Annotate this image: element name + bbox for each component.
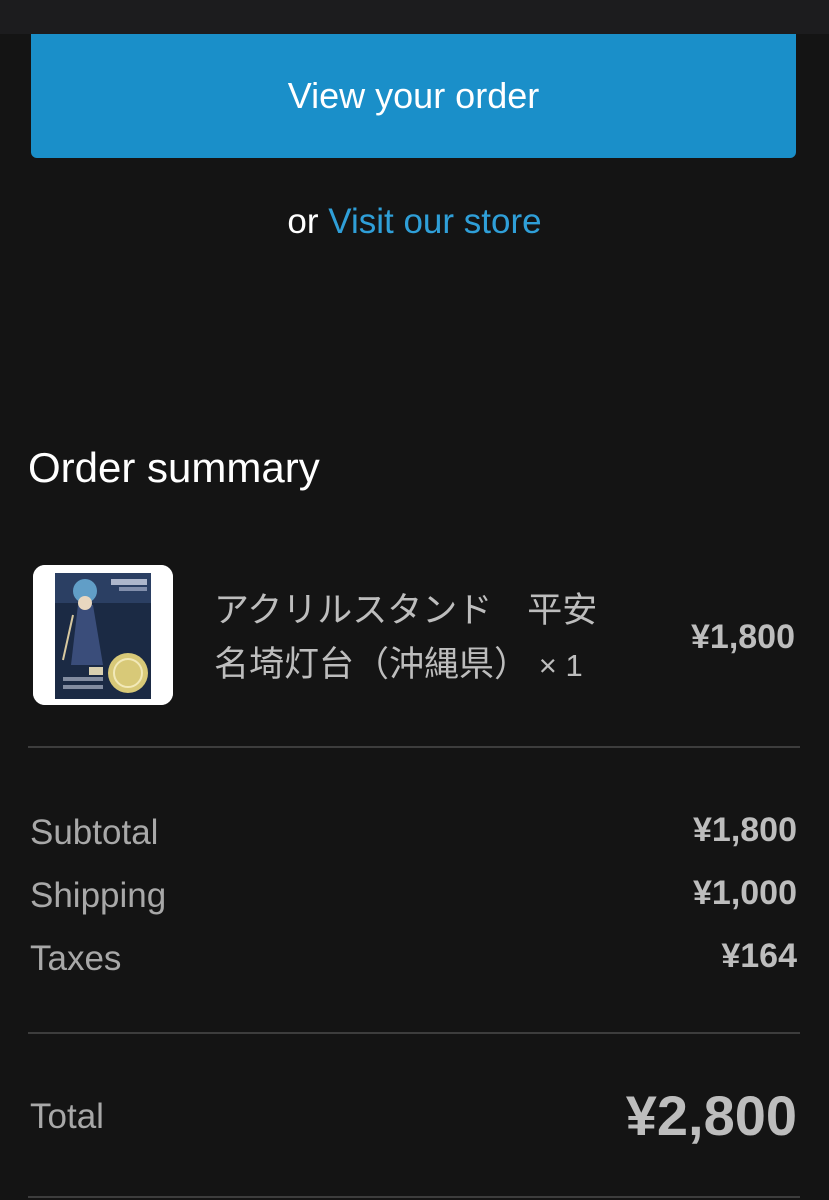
subtotal-value: ¥1,800	[693, 811, 797, 849]
total-value: ¥2,800	[625, 1084, 797, 1147]
top-bar	[0, 0, 829, 34]
subtotal-label: Subtotal	[30, 813, 159, 852]
view-order-label: View your order	[287, 75, 540, 116]
shipping-label: Shipping	[30, 876, 167, 915]
divider-items	[28, 746, 800, 748]
visit-store-line: or Visit our store	[0, 202, 829, 252]
product-name: アクリルスタンド 平安 名埼灯台（沖縄県） × 1	[214, 584, 654, 693]
order-summary-title: Order summary	[28, 444, 320, 491]
divider-totals	[28, 1032, 800, 1034]
divider-bottom	[28, 1196, 800, 1198]
total-label: Total	[30, 1097, 104, 1136]
product-quantity: × 1	[538, 648, 583, 683]
view-order-button[interactable]: View your order	[31, 34, 796, 158]
shipping-value: ¥1,000	[693, 874, 797, 912]
or-text: or	[287, 202, 319, 241]
taxes-label: Taxes	[30, 939, 122, 978]
product-name-line2-text: 名埼灯台（沖縄県）	[214, 645, 530, 684]
product-price: ¥1,800	[691, 618, 795, 656]
product-thumbnail	[33, 565, 173, 705]
visit-store-link[interactable]: Visit our store	[328, 202, 541, 241]
product-name-line1: アクリルスタンド 平安	[214, 591, 598, 630]
product-name-line2: 名埼灯台（沖縄県） × 1	[214, 638, 654, 693]
taxes-value: ¥164	[721, 937, 797, 975]
